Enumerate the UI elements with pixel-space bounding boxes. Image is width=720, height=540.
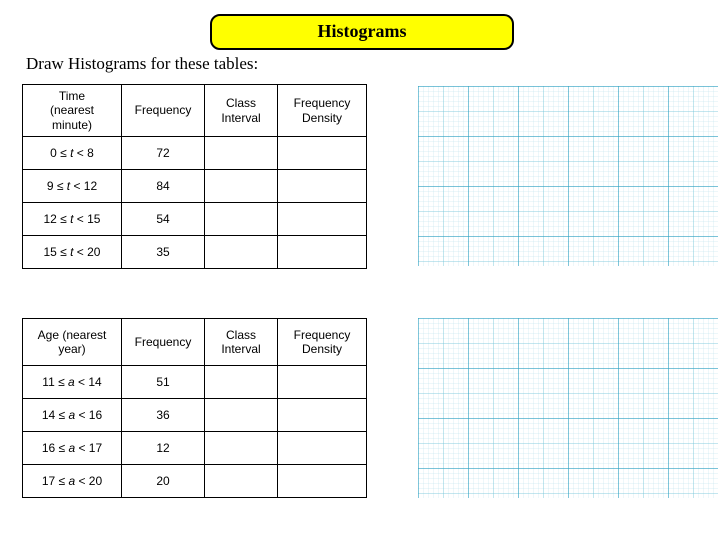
table-age: Age (nearest year) Frequency Class Inter… [22,318,367,498]
table-row: 17 ≤ a < 20 20 [23,465,367,498]
cell-range: 16 ≤ a < 17 [23,432,122,465]
table-time: Time (nearest minute) Frequency Class In… [22,84,367,269]
th-time-fd1: Frequency [294,96,351,110]
th-age-ci2: Interval [221,342,260,356]
cell-ci [205,203,278,236]
th-time-ci: Class Interval [205,85,278,137]
cell-range: 17 ≤ a < 20 [23,465,122,498]
cell-ci [205,236,278,269]
cell-freq: 84 [122,170,205,203]
th-age-fd: Frequency Density [278,319,367,366]
cell-fd [278,137,367,170]
grid-icon [418,86,718,266]
instruction-text: Draw Histograms for these tables: [26,54,258,74]
table-row: 11 ≤ a < 14 51 [23,366,367,399]
th-time-fd2: Density [302,111,342,125]
th-age-fd2: Density [302,342,342,356]
th-time-label: Time (nearest minute) [23,85,122,137]
page-title-banner: Histograms [210,14,514,50]
table-row: 15 ≤ t < 20 35 [23,236,367,269]
th-time-fd: Frequency Density [278,85,367,137]
cell-freq: 12 [122,432,205,465]
page-title: Histograms [318,21,407,41]
cell-freq: 54 [122,203,205,236]
cell-fd [278,399,367,432]
cell-fd [278,236,367,269]
cell-range: 9 ≤ t < 12 [23,170,122,203]
th-time-l3: minute) [52,118,92,132]
cell-freq: 72 [122,137,205,170]
cell-ci [205,170,278,203]
th-time-ci2: Interval [221,111,260,125]
graph-paper-top [418,86,718,266]
th-age-l1: Age (nearest [38,328,107,342]
th-time-l1: Time [59,89,85,103]
th-time-freq: Frequency [122,85,205,137]
table-row: 12 ≤ t < 15 54 [23,203,367,236]
table-row: 0 ≤ t < 8 72 [23,137,367,170]
table-row: 9 ≤ t < 12 84 [23,170,367,203]
cell-freq: 20 [122,465,205,498]
cell-ci [205,465,278,498]
cell-freq: 35 [122,236,205,269]
cell-fd [278,366,367,399]
cell-range: 11 ≤ a < 14 [23,366,122,399]
cell-fd [278,465,367,498]
th-time-l2: (nearest [50,103,94,117]
th-age-ci1: Class [226,328,256,342]
table-row: 14 ≤ a < 16 36 [23,399,367,432]
cell-fd [278,432,367,465]
cell-ci [205,432,278,465]
th-age-freq: Frequency [122,319,205,366]
th-time-ci1: Class [226,96,256,110]
th-age-label: Age (nearest year) [23,319,122,366]
cell-fd [278,203,367,236]
cell-freq: 36 [122,399,205,432]
cell-fd [278,170,367,203]
cell-range: 12 ≤ t < 15 [23,203,122,236]
table-row: 16 ≤ a < 17 12 [23,432,367,465]
th-age-fd1: Frequency [294,328,351,342]
cell-ci [205,137,278,170]
cell-freq: 51 [122,366,205,399]
graph-paper-bottom [418,318,718,498]
cell-range: 15 ≤ t < 20 [23,236,122,269]
th-age-l2: year) [58,342,85,356]
cell-range: 0 ≤ t < 8 [23,137,122,170]
cell-ci [205,366,278,399]
grid-icon [418,318,718,498]
cell-ci [205,399,278,432]
cell-range: 14 ≤ a < 16 [23,399,122,432]
th-age-ci: Class Interval [205,319,278,366]
